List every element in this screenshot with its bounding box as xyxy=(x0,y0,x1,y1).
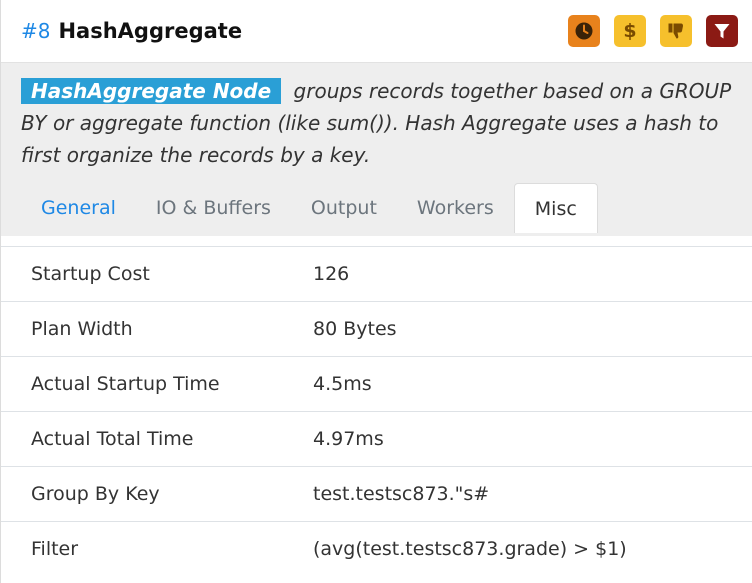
table-row: Filter (avg(test.testsc873.grade) > $1) xyxy=(1,521,752,576)
row-key: Startup Cost xyxy=(1,246,313,302)
table-row: Plan Width 80 Bytes xyxy=(1,301,752,357)
node-type-tag: HashAggregate Node xyxy=(21,78,282,104)
node-title: HashAggregate xyxy=(58,19,243,43)
tab-bar: General IO & Buffers Output Workers Misc xyxy=(21,183,732,233)
row-key: Group By Key xyxy=(1,466,313,522)
thumbs-down-icon[interactable] xyxy=(660,15,692,47)
row-key: Actual Startup Time xyxy=(1,356,313,412)
filter-icon[interactable] xyxy=(706,15,738,47)
row-key: Actual Total Time xyxy=(1,411,313,467)
node-number[interactable]: #8 xyxy=(21,19,50,43)
misc-table-wrap: Startup Cost 126 Plan Width 80 Bytes Act… xyxy=(1,236,752,576)
row-key: Filter xyxy=(1,521,313,576)
misc-table: Startup Cost 126 Plan Width 80 Bytes Act… xyxy=(1,246,752,576)
row-value: 80 Bytes xyxy=(313,301,752,357)
node-badges: $ xyxy=(568,15,738,47)
tab-workers[interactable]: Workers xyxy=(397,183,514,233)
row-value: 126 xyxy=(313,246,752,302)
tab-output[interactable]: Output xyxy=(291,183,397,233)
tab-misc[interactable]: Misc xyxy=(513,183,598,233)
node-detail-panel: #8 HashAggregate $ HashAggregate Node gr… xyxy=(0,0,752,583)
node-description: HashAggregate Node groups records togeth… xyxy=(21,75,732,171)
table-row: Actual Startup Time 4.5ms xyxy=(1,356,752,412)
description-area: HashAggregate Node groups records togeth… xyxy=(1,62,752,236)
node-header: #8 HashAggregate $ xyxy=(1,0,752,62)
table-row: Group By Key test.testsc873."s# xyxy=(1,466,752,522)
row-value: 4.5ms xyxy=(313,356,752,412)
row-value: (avg(test.testsc873.grade) > $1) xyxy=(313,521,752,576)
row-key: Plan Width xyxy=(1,301,313,357)
table-row: Startup Cost 126 xyxy=(1,246,752,302)
row-value: 4.97ms xyxy=(313,411,752,467)
row-value: test.testsc873."s# xyxy=(313,466,752,522)
clock-icon[interactable] xyxy=(568,15,600,47)
tab-general[interactable]: General xyxy=(21,183,136,233)
table-row: Actual Total Time 4.97ms xyxy=(1,411,752,467)
dollar-icon[interactable]: $ xyxy=(614,15,646,47)
tab-io-buffers[interactable]: IO & Buffers xyxy=(136,183,291,233)
